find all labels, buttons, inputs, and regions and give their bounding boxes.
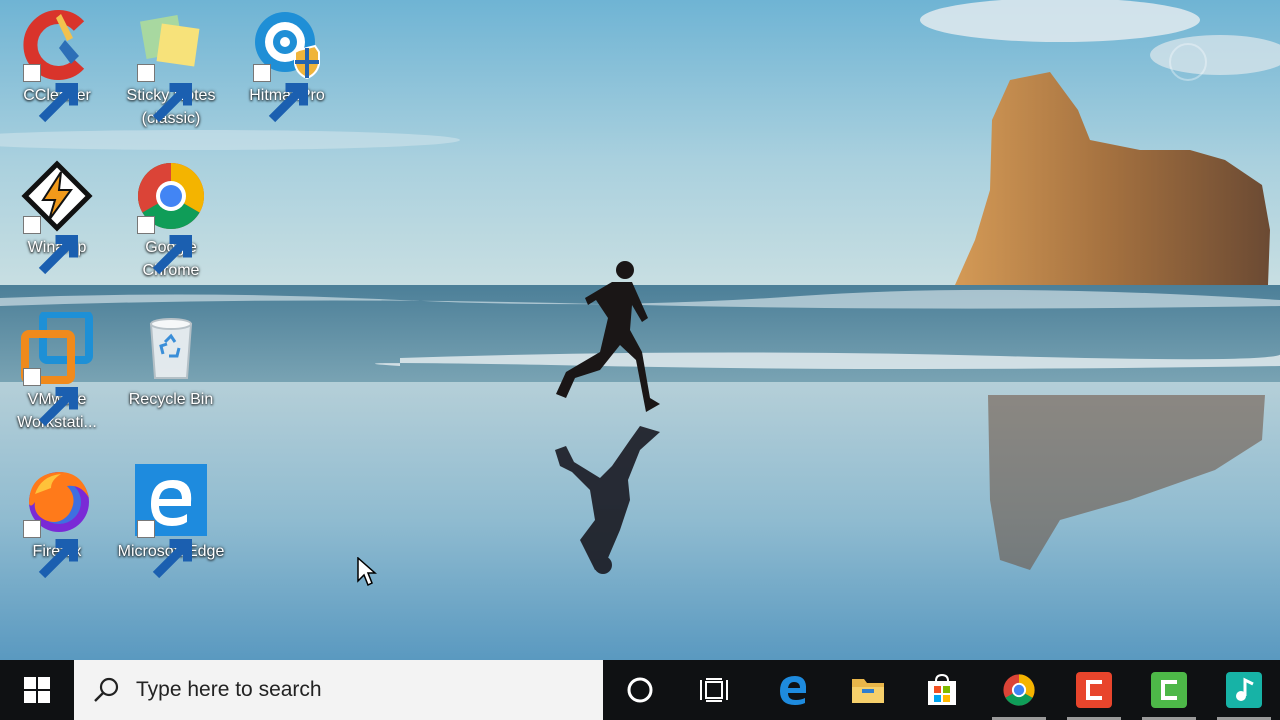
shortcut-arrow-icon xyxy=(137,520,192,579)
shortcut-arrow-icon xyxy=(23,216,78,275)
desktop-icon-sticky-notes[interactable]: Sticky Notes (classic) xyxy=(115,8,227,130)
taskbar xyxy=(0,660,1280,720)
shortcut-arrow-icon xyxy=(137,64,192,123)
mouse-cursor-icon xyxy=(357,556,377,592)
taskbar-file-explorer-button[interactable] xyxy=(833,660,903,720)
desktop-icon-hitmanpro[interactable]: HitmanPro xyxy=(231,8,343,123)
taskbar-camtasia-button[interactable] xyxy=(1134,660,1204,720)
shortcut-arrow-icon xyxy=(137,216,192,275)
shortcut-arrow-icon xyxy=(253,64,308,123)
edge-icon xyxy=(780,676,807,705)
taskbar-audio-app-button[interactable] xyxy=(1209,660,1279,720)
cortana-icon xyxy=(627,677,653,703)
taskbar-search-box[interactable] xyxy=(74,660,603,720)
store-icon xyxy=(928,673,956,705)
shortcut-arrow-icon xyxy=(23,520,78,579)
desktop-icon-microsoft-edge[interactable]: Microsoft Edge xyxy=(115,464,227,579)
camtasia-icon xyxy=(1151,672,1187,708)
search-icon xyxy=(94,677,119,702)
taskbar-ccleaner-button[interactable] xyxy=(1059,660,1129,720)
folder-icon xyxy=(852,679,884,703)
desktop-icon-vmware[interactable]: VMware Workstati... xyxy=(1,312,113,434)
desktop-icon-google-chrome[interactable]: Google Chrome xyxy=(115,160,227,282)
desktop-icon-ccleaner[interactable]: CCleaner xyxy=(1,8,113,123)
desktop-icon-firefox[interactable]: Firefox xyxy=(1,464,113,579)
desktop-icon-recycle-bin[interactable]: Recycle Bin xyxy=(115,312,227,411)
task-view-icon xyxy=(700,678,728,702)
search-input[interactable] xyxy=(134,677,558,703)
cortana-button[interactable] xyxy=(605,660,675,720)
task-view-button[interactable] xyxy=(679,660,749,720)
recycle-bin-icon xyxy=(149,318,193,379)
shortcut-arrow-icon xyxy=(23,368,78,427)
start-button[interactable] xyxy=(0,660,74,720)
desktop-icon-winamp[interactable]: Winamp xyxy=(1,160,113,275)
desktop-icon-label: Recycle Bin xyxy=(128,391,214,408)
windows-logo-icon xyxy=(24,677,50,703)
ccleaner-icon xyxy=(1076,672,1112,708)
taskbar-edge-button[interactable] xyxy=(758,660,828,720)
taskbar-chrome-button[interactable] xyxy=(984,660,1054,720)
shortcut-arrow-icon xyxy=(23,64,78,123)
music-app-icon xyxy=(1226,672,1262,708)
taskbar-store-button[interactable] xyxy=(907,660,977,720)
chrome-icon xyxy=(1003,674,1035,706)
